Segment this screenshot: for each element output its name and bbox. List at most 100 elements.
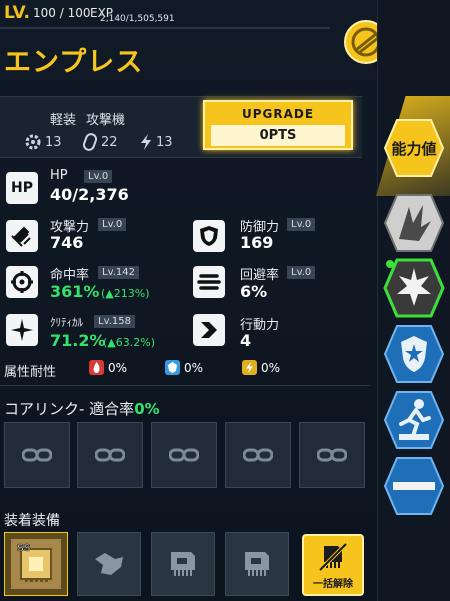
unequip-icon [318,542,348,572]
core-link-slot[interactable] [299,422,365,488]
runner-head [414,399,424,409]
accuracy-icon [6,266,38,298]
core-link-slot[interactable] [225,422,291,488]
attack-level: Lv.0 [98,218,127,231]
mini-stat-capsule: 22 [82,133,118,151]
mini-stat-gear: 13 [24,133,62,151]
attribute-value: 0% [108,360,128,375]
defense-value: 169 [240,233,274,252]
equipment-label: 装着装備 [4,513,60,529]
chain-link-icon [243,448,273,462]
accuracy-value: 361% [50,282,100,301]
critical-bonus: (▲63.2%) [103,336,155,349]
hp-level: Lv.0 [84,170,113,183]
attribute-electric: 0% [242,360,280,375]
crosshair-icon [11,271,33,293]
attribute-fire: 0% [89,360,127,375]
role-armor: 軽装 [50,113,77,128]
critical-value: 71.2% [50,331,106,350]
attribute-value: 0% [184,360,204,375]
evasion-icon [193,266,225,298]
unit-name: エンプレス [4,47,144,78]
tab-rank[interactable] [383,324,445,384]
equipped-chip-icon: SS [11,539,61,589]
upgrade-points: 0PTS [211,125,345,146]
puzzle-part-icon [95,553,123,575]
minus-bar-icon [393,482,435,490]
selected-dot [386,260,394,268]
tab-skills[interactable] [383,193,445,253]
attack-value: 746 [50,233,84,252]
exp-value: 2,140/1,505,591 [100,14,175,24]
bolt-icon [141,134,151,150]
core-link-slot[interactable] [151,422,217,488]
attack-icon [6,220,38,252]
core-link-label: コアリンク- 適合率0% [4,400,160,418]
equipment-slot-3[interactable] [151,532,215,596]
section-divider [0,385,370,386]
upgrade-button[interactable]: UPGRADE 0PTS [203,100,353,150]
shield-icon [200,226,218,246]
speed-lines-icon [197,274,221,290]
chevron-right-icon [201,322,217,338]
exp-progress-bar [0,27,330,29]
accuracy-bonus: (▲213%) [101,287,150,300]
role-type: 攻撃機 [86,113,126,128]
bullets-icon [11,226,31,247]
chain-link-icon [22,448,52,462]
equipment-slot-4[interactable] [225,532,289,596]
evasion-label: 回避率 [240,268,280,283]
level-label: LV. [4,3,30,23]
electric-icon [242,360,257,375]
tab-motion[interactable] [383,390,445,450]
unit-detail-screen: LV. 100 / 100 EXP 2,140/1,505,591 エンプレス … [0,0,450,601]
attribute-resist-label: 属性耐性 [4,365,57,380]
equipment-rank-label: SS [17,543,31,554]
action-icon [193,314,225,346]
critical-label: ｸﾘﾃｨｶﾙ [50,316,83,329]
equipment-slot-2[interactable] [77,532,141,596]
accuracy-label: 命中率 [50,268,90,283]
chain-link-icon [95,448,125,462]
level-value: 100 / 100 [33,6,91,20]
defense-level: Lv.0 [287,218,316,231]
mini-stat-value: 22 [101,134,118,150]
core-link-slot[interactable] [77,422,143,488]
hp-value: 40/2,376 [50,185,129,204]
chip-part-icon [245,552,269,576]
hp-icon: HP [6,172,38,204]
tab-empty-slot[interactable] [383,456,445,516]
tab-special[interactable] [383,258,445,318]
critical-icon [6,314,38,346]
upgrade-title: UPGRADE [241,107,315,121]
hp-label: HP [50,168,68,183]
mini-stat-bolt: 13 [139,133,173,151]
gear-icon [25,134,41,150]
capsule-icon [82,133,98,151]
tab-ability[interactable]: 能力値 [383,118,445,178]
attribute-ice: 0% [165,360,203,375]
core-link-rate: 0% [134,400,160,418]
evasion-level: Lv.0 [287,266,316,279]
action-value: 4 [240,331,252,350]
ice-icon [165,360,180,375]
defense-icon [193,220,225,252]
chip-part-icon [171,552,195,576]
mini-stat-value: 13 [45,134,62,150]
bulk-remove-button[interactable]: 一括解除 [302,534,364,596]
attribute-value: 0% [261,360,281,375]
tab-ability-label: 能力値 [391,140,436,158]
chain-link-icon [169,448,199,462]
accuracy-level: Lv.142 [98,266,139,279]
sparkle-icon [11,319,33,341]
mini-stat-value: 13 [156,134,173,150]
podium-icon [399,434,429,440]
core-link-slot[interactable] [4,422,70,488]
chain-link-icon [317,448,347,462]
bulk-remove-label: 一括解除 [313,579,353,590]
evasion-value: 6% [240,282,268,301]
equipment-slot-1[interactable]: SS [4,532,68,596]
fire-icon [89,360,104,375]
level-bar: LV. 100 / 100 EXP 2,140/1,505,591 [0,0,335,29]
critical-level: Lv.158 [94,315,135,328]
